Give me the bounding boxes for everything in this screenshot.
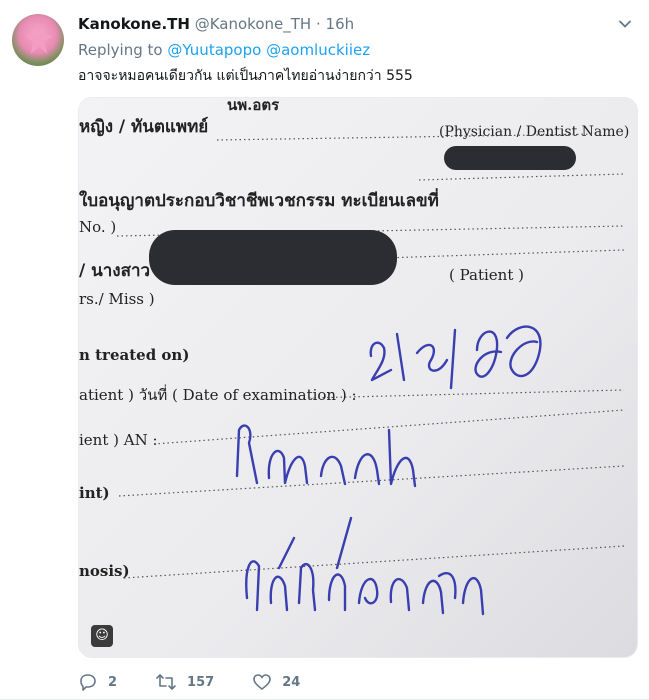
form-text: หญิง / ทันตแพทย์ (79, 116, 208, 137)
tweet-actions: 2 157 24 (78, 671, 338, 693)
form-text: ใบอนุญาตประกอบวิชาชีพเวชกรรม ทะเบียนเลขท… (79, 188, 439, 211)
tweet-header: Kanokone.TH @Kanokone_TH · 16h (78, 14, 354, 34)
form-text: nosis) (79, 562, 130, 580)
author-name[interactable]: Kanokone.TH (78, 15, 190, 33)
mention-link[interactable]: @aomluckiiez (266, 41, 370, 59)
tweet[interactable]: Kanokone.TH @Kanokone_TH · 16h Replying … (0, 0, 649, 700)
reply-button[interactable]: 2 (78, 672, 117, 692)
tweet-photo[interactable]: หญิง / ทันตแพทย์ นพ.อตร (Physician / Den… (78, 97, 638, 658)
form-text: (Physician / Dentist Name) (439, 124, 629, 140)
smiley-icon[interactable]: ☺ (91, 625, 113, 647)
like-count: 24 (282, 674, 301, 690)
medical-form-photo: หญิง / ทันตแพทย์ นพ.อตร (Physician / Den… (79, 98, 637, 657)
tweet-text: อาจจะหมอคนเดียวกัน แต่เป็นภาคไทยอ่านง่าย… (78, 68, 413, 84)
retweet-count: 157 (187, 674, 215, 690)
form-text: ( Patient ) (449, 266, 524, 284)
mention-link[interactable]: @Yuutapopo (167, 41, 261, 59)
form-text: / นางสาว (79, 261, 150, 281)
form-text: atient ) วันที่ ( Date of examination ) … (79, 384, 357, 404)
heart-icon (253, 674, 271, 690)
replying-prefix: Replying to (78, 41, 163, 59)
form-text: n treated on) (79, 346, 189, 364)
form-text: int) (79, 484, 110, 502)
form-text: นพ.อตร (227, 98, 280, 114)
retweet-button[interactable]: 157 (155, 672, 214, 692)
reply-count: 2 (108, 674, 118, 690)
author-handle[interactable]: @Kanokone_TH (195, 15, 311, 33)
form-text: rs./ Miss ) (79, 290, 155, 308)
avatar[interactable] (12, 14, 64, 66)
like-button[interactable]: 24 (252, 672, 300, 692)
separator: · (315, 15, 321, 33)
reply-icon (80, 674, 96, 691)
form-text: ient ) AN : (79, 431, 158, 449)
retweet-icon (156, 674, 176, 690)
chevron-down-icon[interactable] (615, 14, 635, 34)
replying-to: Replying to @Yuutapopo @aomluckiiez (78, 40, 370, 60)
form-text: No. ) (79, 218, 116, 236)
timestamp[interactable]: 16h (326, 15, 355, 33)
